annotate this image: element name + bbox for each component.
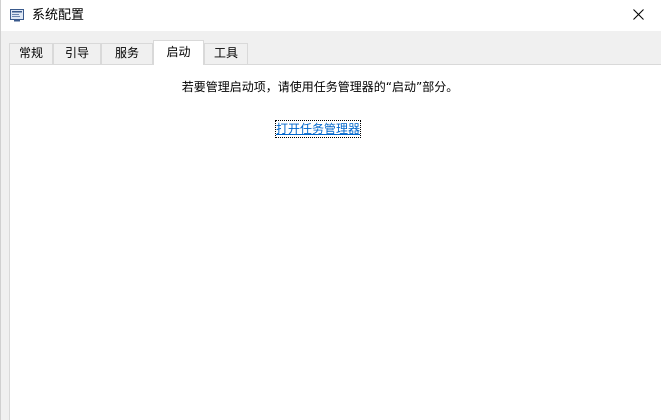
tab-services[interactable]: 服务 bbox=[101, 43, 153, 64]
close-button[interactable] bbox=[615, 0, 661, 31]
tab-startup[interactable]: 启动 bbox=[153, 40, 204, 65]
msconfig-app-icon bbox=[10, 8, 24, 22]
tab-general[interactable]: 常规 bbox=[9, 43, 53, 64]
tab-strip: 常规 引导 服务 启动 工具 bbox=[9, 40, 661, 65]
title-bar[interactable]: 系统配置 bbox=[1, 0, 661, 31]
startup-tab-panel: 若要管理启动项，请使用任务管理器的“启动”部分。 打开任务管理器 bbox=[9, 64, 661, 420]
close-icon bbox=[632, 8, 644, 23]
tab-tools[interactable]: 工具 bbox=[204, 43, 248, 64]
system-configuration-window: 系统配置 常规 引导 服务 启动 工具 若要管理启动项，请使用任务管理器的“启动… bbox=[0, 0, 661, 420]
open-task-manager-link[interactable]: 打开任务管理器 bbox=[274, 120, 362, 138]
startup-message: 若要管理启动项，请使用任务管理器的“启动”部分。 bbox=[181, 80, 459, 94]
tab-boot[interactable]: 引导 bbox=[53, 43, 101, 64]
window-title: 系统配置 bbox=[32, 8, 85, 23]
